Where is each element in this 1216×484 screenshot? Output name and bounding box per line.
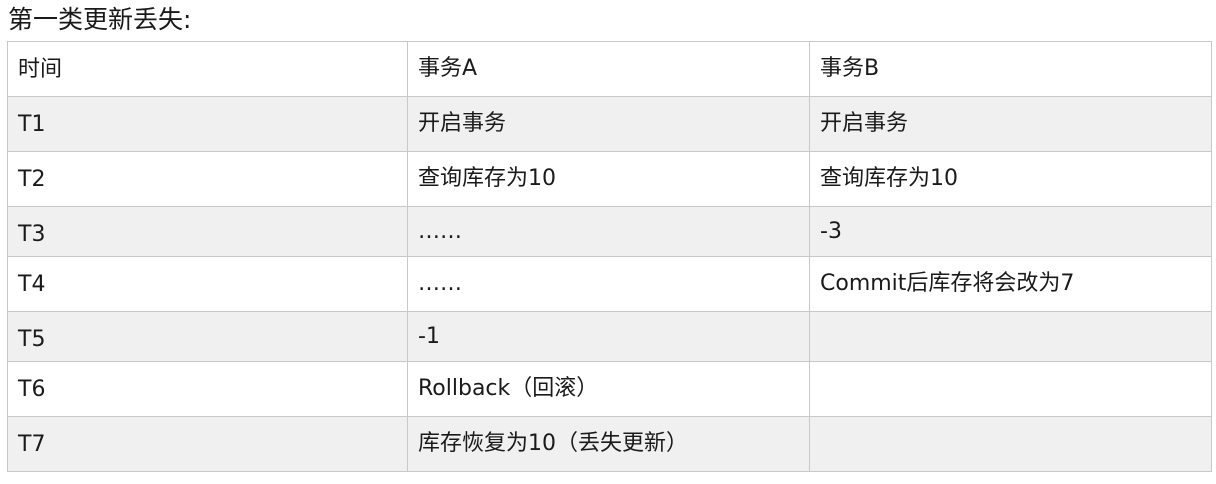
table-row: T1 开启事务 开启事务 (7, 96, 1212, 152)
cell-time: T2 (7, 151, 408, 207)
page-title: 第一类更新丢失: (8, 5, 192, 34)
table-row: T7 库存恢复为10（丢失更新） (7, 416, 1212, 472)
cell-time: T3 (7, 206, 408, 257)
cell-transaction-a: 查询库存为10 (407, 151, 810, 207)
table-row: T4 …… Commit后库存将会改为7 (7, 256, 1212, 312)
cell-time: T1 (7, 96, 408, 152)
cell-time: T6 (7, 361, 408, 417)
cell-transaction-b (809, 416, 1212, 472)
table-row: T3 …… -3 (7, 206, 1212, 257)
cell-transaction-a: 开启事务 (407, 96, 810, 152)
cell-time: T7 (7, 416, 408, 472)
table-row: T5 -1 (7, 311, 1212, 362)
header-transaction-b: 事务B (809, 41, 1212, 97)
header-transaction-a: 事务A (407, 41, 810, 97)
header-time: 时间 (7, 41, 408, 97)
cell-transaction-b (809, 311, 1212, 362)
cell-transaction-b: 查询库存为10 (809, 151, 1212, 207)
cell-transaction-b: 开启事务 (809, 96, 1212, 152)
lost-update-table: 时间 事务A 事务B T1 开启事务 开启事务 T2 查询库存为10 查询库存为… (7, 41, 1212, 472)
cell-transaction-b (809, 361, 1212, 417)
cell-transaction-a: Rollback（回滚） (407, 361, 810, 417)
cell-time: T5 (7, 311, 408, 362)
cell-transaction-b: Commit后库存将会改为7 (809, 256, 1212, 312)
table-row: T6 Rollback（回滚） (7, 361, 1212, 417)
cell-time: T4 (7, 256, 408, 312)
table-row: T2 查询库存为10 查询库存为10 (7, 151, 1212, 207)
cell-transaction-b: -3 (809, 206, 1212, 257)
cell-transaction-a: …… (407, 256, 810, 312)
cell-transaction-a: -1 (407, 311, 810, 362)
table-header-row: 时间 事务A 事务B (7, 41, 1212, 97)
cell-transaction-a: 库存恢复为10（丢失更新） (407, 416, 810, 472)
cell-transaction-a: …… (407, 206, 810, 257)
